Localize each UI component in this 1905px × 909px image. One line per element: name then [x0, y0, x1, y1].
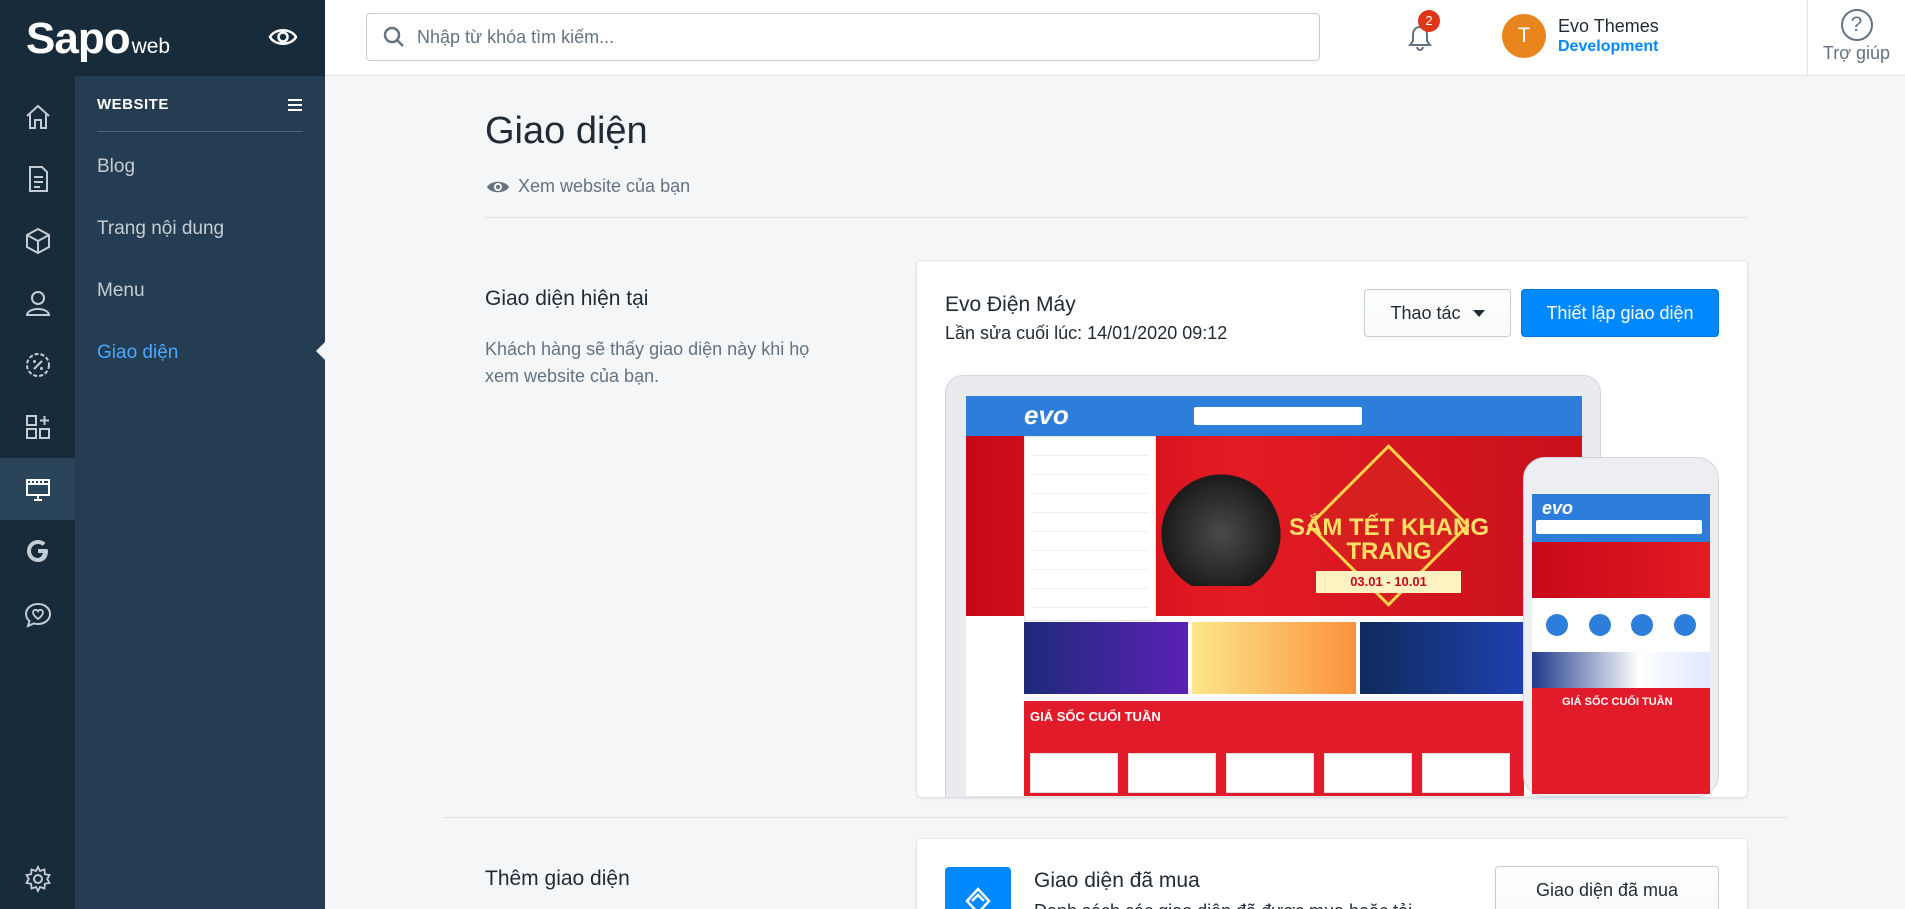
- phone-sale-label: GIÁ SỐC CUỐI TUẦN: [1562, 696, 1673, 708]
- preview-category-menu: [1024, 436, 1156, 621]
- preview-site-logo: evo: [1024, 400, 1069, 430]
- theme-last-edited: Lần sửa cuối lúc: 14/01/2020 09:12: [945, 323, 1228, 343]
- rail-social[interactable]: [0, 584, 75, 646]
- customers-icon: [25, 291, 50, 316]
- help-button[interactable]: ? Trợ giúp: [1807, 0, 1905, 76]
- purchased-themes-title: Giao diện đã mua: [1034, 869, 1200, 892]
- logo-main-text: Sapo: [26, 14, 131, 63]
- preview-banner-date: 03.01 - 10.01: [1316, 571, 1461, 593]
- orders-icon: [28, 166, 48, 192]
- rail-orders[interactable]: [0, 148, 75, 210]
- phone-site-logo: evo: [1542, 498, 1574, 518]
- logo-sub-text: web: [131, 35, 171, 58]
- divider: [443, 817, 1788, 818]
- settings-icon: [24, 865, 51, 893]
- subnav-item-themes[interactable]: Giao diện: [97, 342, 178, 364]
- help-icon: ?: [1840, 9, 1873, 41]
- purchased-themes-description: Danh sách các giao diện đã được mua hoặc…: [1034, 901, 1454, 909]
- social-icon: [24, 602, 51, 628]
- current-theme-heading: Giao diện hiện tại: [485, 287, 649, 310]
- sapo-logo[interactable]: Sapoweb: [26, 14, 170, 64]
- subnav-item-blog[interactable]: Blog: [97, 156, 135, 178]
- rail-home[interactable]: [0, 86, 75, 148]
- website-icon: [25, 479, 50, 501]
- hamburger-icon[interactable]: [287, 98, 303, 117]
- preview-site-header: evo: [966, 396, 1582, 436]
- active-caret: [316, 342, 325, 360]
- preview-sale-label: GIÁ SỐC CUỐI TUẦN: [1030, 709, 1161, 724]
- preview-sale-section: GIÁ SỐC CUỐI TUẦN: [1024, 701, 1524, 796]
- search-box: [366, 13, 1320, 61]
- google-icon: [26, 540, 48, 562]
- home-icon: [25, 104, 50, 129]
- tablet-preview: SẮM TẾT KHANG TRANG 03.01 - 10.01 evo GI…: [945, 375, 1601, 797]
- subnav-item-menu[interactable]: Menu: [97, 280, 145, 302]
- discounts-icon: [25, 353, 50, 377]
- rail-customers[interactable]: [0, 272, 75, 334]
- subnav-title: WEBSITE: [97, 96, 169, 113]
- customize-theme-button[interactable]: Thiết lập giao diện: [1521, 289, 1719, 337]
- phone-preview: evo GIÁ SỐC CUỐI TUẦN: [1523, 457, 1719, 797]
- rail-products[interactable]: [0, 210, 75, 272]
- subnav-header: WEBSITE: [97, 96, 303, 132]
- rail-website[interactable]: [0, 458, 75, 520]
- view-website-link[interactable]: Xem website của bạn: [486, 176, 690, 197]
- help-label: Trợ giúp: [1822, 43, 1891, 63]
- actions-label: Thao tác: [1390, 302, 1461, 323]
- purchased-themes-button[interactable]: Giao diện đã mua: [1495, 866, 1719, 909]
- apps-icon: [25, 415, 50, 439]
- subnav-item-pages[interactable]: Trang nội dung: [97, 218, 224, 240]
- preview-promo-row: [1024, 622, 1524, 694]
- eye-icon: [487, 181, 509, 192]
- current-theme-description: Khách hàng sẽ thấy giao diện này khi họ …: [485, 339, 810, 386]
- current-theme-card: Evo Điện Máy Lần sửa cuối lúc: 14/01/202…: [917, 261, 1747, 797]
- rail-settings[interactable]: [0, 848, 75, 909]
- top-bar: 2 T Evo Themes Development ? Trợ giúp: [325, 0, 1905, 76]
- rail-apps[interactable]: [0, 396, 75, 458]
- view-website-text: Xem website của bạn: [518, 176, 691, 196]
- theme-name: Evo Điện Máy: [945, 293, 1076, 316]
- user-menu[interactable]: T Evo Themes Development: [1502, 14, 1659, 58]
- notification-badge: 2: [1418, 10, 1440, 32]
- user-name: Evo Themes: [1558, 16, 1659, 36]
- website-subnav: WEBSITE Blog Trang nội dung Menu Giao di…: [75, 76, 325, 909]
- user-role: Development: [1558, 38, 1659, 55]
- divider: [485, 217, 1747, 218]
- search-icon: [383, 26, 404, 47]
- avatar: T: [1502, 14, 1546, 58]
- add-theme-heading: Thêm giao diện: [485, 867, 630, 890]
- theme-preview[interactable]: SẮM TẾT KHANG TRANG 03.01 - 10.01 evo GI…: [945, 375, 1719, 797]
- caret-down-icon: [1472, 309, 1485, 317]
- search-input[interactable]: [417, 26, 1297, 48]
- page-title: Giao diện: [485, 110, 648, 152]
- rail-google[interactable]: [0, 520, 75, 582]
- purchased-themes-card: Giao diện đã mua Danh sách các giao diện…: [917, 839, 1747, 909]
- preview-banner-text: SẮM TẾT KHANG TRANG: [1289, 514, 1489, 565]
- eye-icon[interactable]: [268, 26, 298, 53]
- purchased-theme-icon: [945, 867, 1011, 909]
- rail-discounts[interactable]: [0, 334, 75, 396]
- actions-dropdown-button[interactable]: Thao tác: [1364, 289, 1511, 337]
- icon-rail: [0, 76, 75, 909]
- products-icon: [25, 227, 50, 255]
- brand-bar: Sapoweb: [0, 0, 325, 76]
